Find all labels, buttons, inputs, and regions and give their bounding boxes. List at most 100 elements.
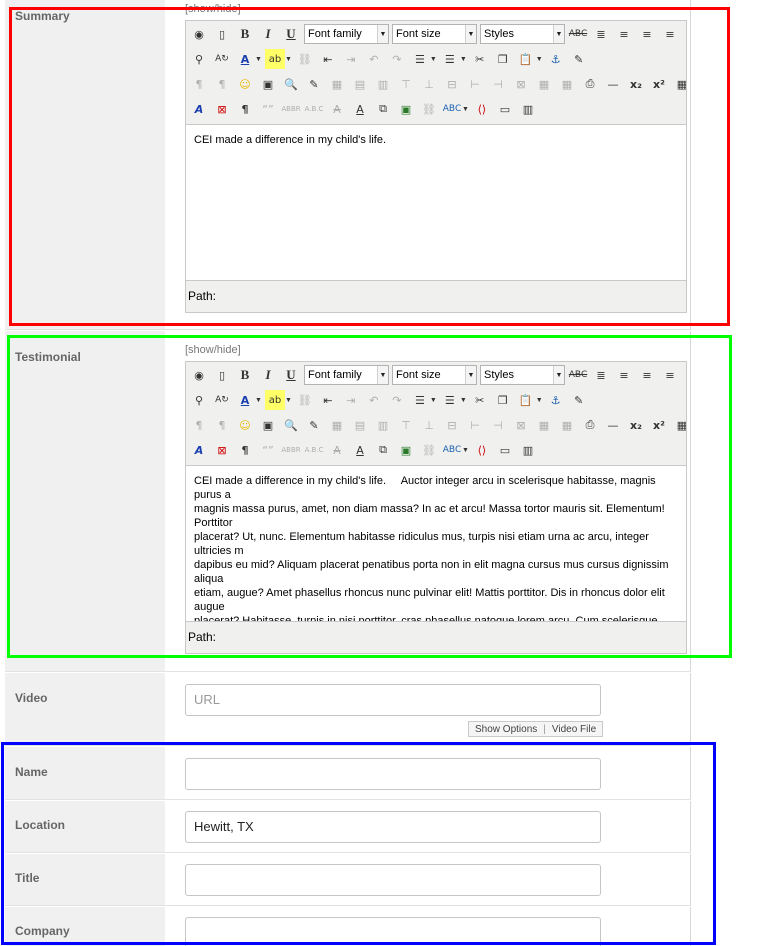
horizontal-rule-icon[interactable]: — [603, 74, 623, 94]
find-icon[interactable]: ⚲ [189, 49, 209, 69]
row-before-icon[interactable]: ⊤ [396, 415, 416, 435]
acronym-icon[interactable]: A.B.C [304, 99, 324, 119]
font-size-select[interactable]: Font size ▼ [392, 365, 477, 385]
unlink-icon[interactable]: ⛓ [295, 390, 315, 410]
pilcrow-icon[interactable]: ¶ [235, 440, 255, 460]
outdent-icon[interactable]: ⇤ [318, 49, 338, 69]
horizontal-rule-icon[interactable]: — [603, 415, 623, 435]
delete-row-icon[interactable]: ⊟ [442, 415, 462, 435]
spellcheck-icon[interactable]: ABC [442, 440, 462, 460]
pilcrow-icon[interactable]: ¶ [235, 99, 255, 119]
chevron-down-icon[interactable]: ▼ [462, 447, 469, 454]
outdent-icon[interactable]: ⇤ [318, 390, 338, 410]
indent-icon[interactable]: ⇥ [341, 49, 361, 69]
fullscreen-icon[interactable]: ▭ [495, 99, 515, 119]
row-after-icon[interactable]: ⊥ [419, 74, 439, 94]
image-icon[interactable]: ▣ [396, 440, 416, 460]
delete-text-icon[interactable]: A [327, 99, 347, 119]
video-file-button[interactable]: Video File [549, 724, 599, 735]
abbr-icon[interactable]: ABBR [281, 440, 301, 460]
superscript-icon[interactable]: x² [649, 74, 669, 94]
cell-props-icon[interactable]: ▥ [373, 74, 393, 94]
template-icon[interactable]: ▥ [518, 99, 538, 119]
unlink-icon[interactable]: ⛓ [295, 49, 315, 69]
fullscreen-icon[interactable]: ▭ [495, 440, 515, 460]
bullet-list-icon[interactable]: ☰ [440, 390, 460, 410]
cleanup-icon[interactable]: ✎ [569, 390, 589, 410]
merge-cells-icon[interactable]: ▦ [557, 74, 577, 94]
show-options-button[interactable]: Show Options [472, 724, 540, 735]
insert-layer-icon[interactable]: ⧉ [373, 99, 393, 119]
font-family-select[interactable]: Font family ▼ [304, 365, 389, 385]
strikethrough-icon[interactable]: ABC [568, 365, 588, 385]
row-after-icon[interactable]: ⊥ [419, 415, 439, 435]
template-icon[interactable]: ▥ [518, 440, 538, 460]
preview-icon[interactable]: 🔍 [281, 415, 301, 435]
chevron-down-icon[interactable]: ▼ [255, 397, 262, 404]
text-color-icon[interactable]: A [235, 49, 255, 69]
row-props-icon[interactable]: ▤ [350, 415, 370, 435]
chevron-down-icon[interactable]: ▼ [255, 56, 262, 63]
source-code-icon[interactable]: ⟨⟩ [472, 99, 492, 119]
subscript-icon[interactable]: x₂ [626, 74, 646, 94]
merge-cells-icon[interactable]: ▦ [557, 415, 577, 435]
bullet-list-icon[interactable]: ☰ [440, 49, 460, 69]
image-icon[interactable]: ▣ [396, 99, 416, 119]
chevron-down-icon[interactable]: ▼ [462, 106, 469, 113]
chevron-down-icon[interactable]: ▼ [285, 56, 292, 63]
chevron-down-icon[interactable]: ▼ [460, 56, 467, 63]
highlight-color-icon[interactable]: ab [264, 49, 285, 69]
col-after-icon[interactable]: ⊣ [488, 74, 508, 94]
split-cells-icon[interactable]: ▦ [534, 415, 554, 435]
numbered-list-icon[interactable]: ☰ [410, 49, 430, 69]
delete-text-icon[interactable]: A [327, 440, 347, 460]
align-center-icon[interactable]: ≡ [614, 365, 634, 385]
font-size-select[interactable]: Font size ▼ [392, 24, 477, 44]
row-props-icon[interactable]: ▤ [350, 74, 370, 94]
styles-props-icon[interactable]: A [189, 440, 209, 460]
redo-icon[interactable]: ↷ [387, 49, 407, 69]
copy-icon[interactable]: ❐ [493, 390, 513, 410]
align-right-icon[interactable]: ≡ [660, 365, 680, 385]
media-icon[interactable]: ▣ [258, 74, 278, 94]
underline-icon[interactable]: U [281, 365, 301, 385]
col-after-icon[interactable]: ⊣ [488, 415, 508, 435]
chevron-down-icon[interactable]: ▼ [285, 397, 292, 404]
testimonial-content[interactable]: CEI made a difference in my child's life… [186, 466, 686, 621]
row-before-icon[interactable]: ⊤ [396, 74, 416, 94]
styles-select[interactable]: Styles ▼ [480, 24, 565, 44]
insert-table-icon[interactable]: ▦ [327, 74, 347, 94]
testimonial-show-hide-link[interactable]: [show/hide] [185, 344, 241, 356]
align-justify-icon[interactable]: ≣ [591, 365, 611, 385]
acronym-icon[interactable]: A.B.C [304, 440, 324, 460]
print-icon[interactable]: ⎙ [580, 415, 600, 435]
help-icon[interactable]: ◉ [189, 365, 209, 385]
rtl-icon[interactable]: ¶ [212, 74, 232, 94]
bold-icon[interactable]: B [235, 365, 255, 385]
quote-icon[interactable]: “” [258, 440, 278, 460]
underline-icon[interactable]: U [281, 24, 301, 44]
paste-icon[interactable]: 📋 [516, 49, 536, 69]
col-before-icon[interactable]: ⊢ [465, 415, 485, 435]
summary-content[interactable]: CEI made a difference in my child's life… [186, 125, 686, 280]
split-cells-icon[interactable]: ▦ [534, 74, 554, 94]
new-document-icon[interactable]: ▯ [212, 24, 232, 44]
company-input[interactable] [185, 917, 601, 946]
chevron-down-icon[interactable]: ▼ [536, 56, 543, 63]
ltr-icon[interactable]: ¶ [189, 415, 209, 435]
strikethrough-icon[interactable]: ABC [568, 24, 588, 44]
emoticon-icon[interactable]: ☺ [235, 74, 255, 94]
name-input[interactable] [185, 758, 601, 790]
preview-icon[interactable]: 🔍 [281, 74, 301, 94]
anchor-icon[interactable]: ⚓ [546, 390, 566, 410]
ltr-icon[interactable]: ¶ [189, 74, 209, 94]
italic-icon[interactable]: I [258, 24, 278, 44]
superscript-icon[interactable]: x² [649, 415, 669, 435]
emoticon-icon[interactable]: ☺ [235, 415, 255, 435]
insert-text-icon[interactable]: A [350, 440, 370, 460]
delete-col-icon[interactable]: ⊠ [511, 415, 531, 435]
align-right-icon[interactable]: ≡ [660, 24, 680, 44]
insert-table-icon[interactable]: ▦ [327, 415, 347, 435]
new-document-icon[interactable]: ▯ [212, 365, 232, 385]
link-icon[interactable]: ⛓ [419, 440, 439, 460]
